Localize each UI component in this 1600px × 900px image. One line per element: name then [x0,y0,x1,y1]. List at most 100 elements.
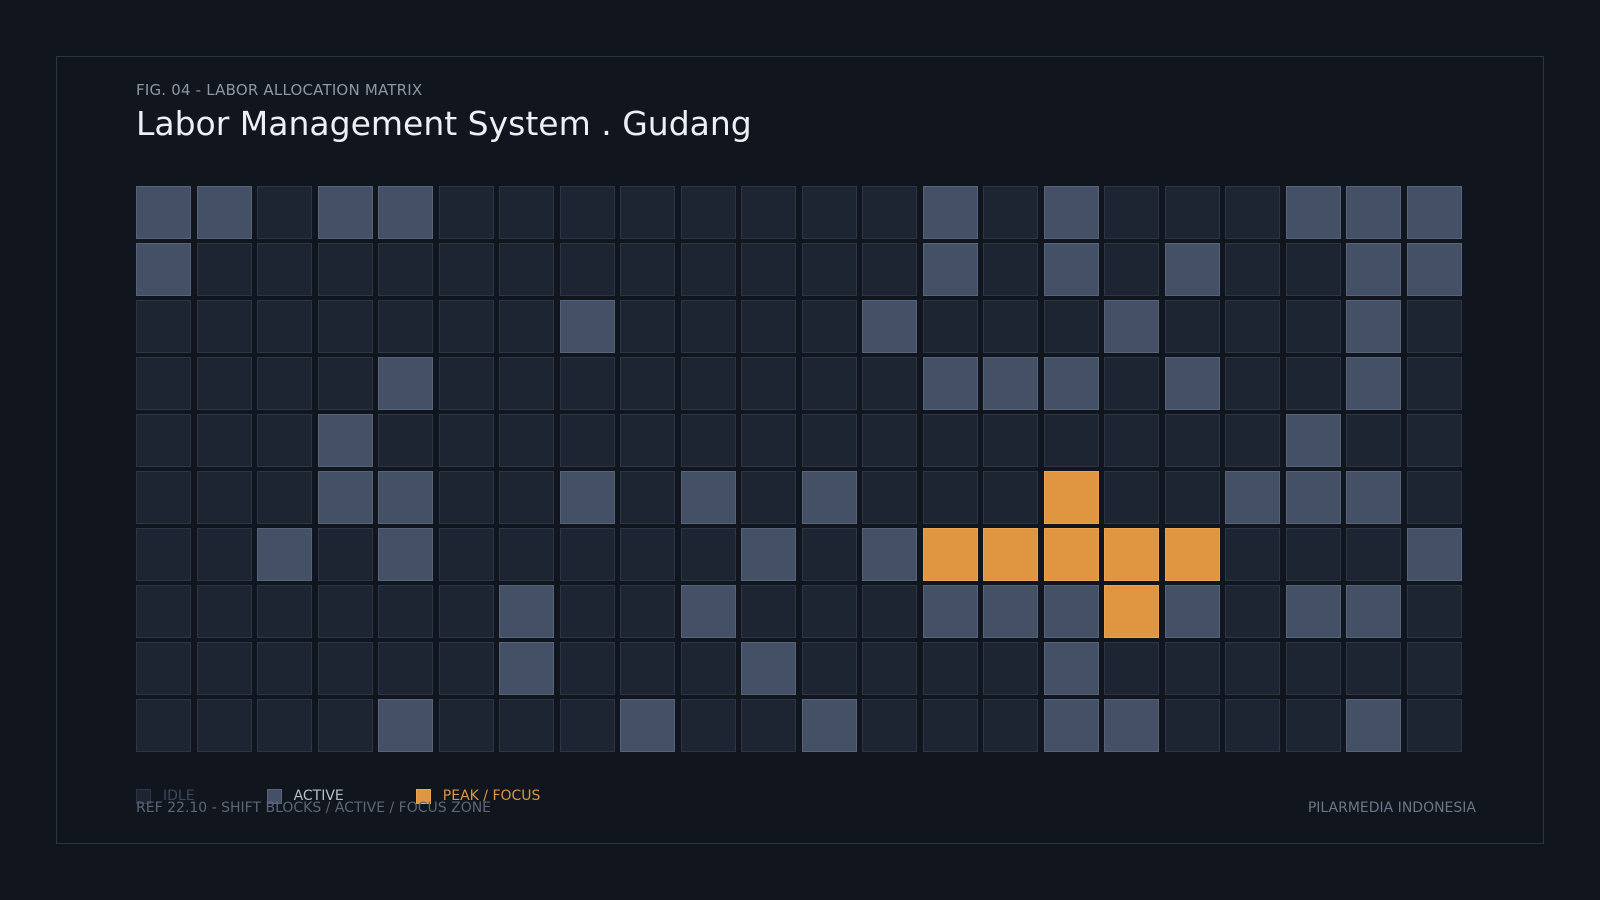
matrix-cell-idle [438,585,494,638]
matrix-cell-idle [499,699,554,752]
matrix-cell-idle [680,186,736,239]
matrix-cell-active [559,300,615,353]
matrix-cell-idle [983,300,1038,353]
matrix-cell-peak [922,528,978,581]
matrix-cell-active [1346,471,1401,524]
matrix-cell-idle [196,585,252,638]
matrix-cell-idle [620,414,675,467]
matrix-cell-active [1346,186,1401,239]
matrix-cell-idle [1104,186,1159,239]
matrix-cell-idle [196,300,252,353]
matrix-cell-idle [922,699,978,752]
matrix-cell-idle [1104,642,1159,695]
matrix-cell-idle [1406,357,1462,410]
footer-brand: PILARMEDIA INDONESIA [1307,800,1476,816]
matrix-cell-active [317,186,373,239]
matrix-cell-idle [680,699,736,752]
matrix-cell-active [1406,528,1462,581]
matrix-cell-idle [136,357,191,410]
matrix-cell-active [1043,186,1099,239]
matrix-cell-idle [801,300,857,353]
matrix-cell-idle [983,186,1038,239]
matrix-cell-idle [136,471,191,524]
matrix-cell-idle [1043,300,1099,353]
matrix-cell-idle [983,471,1038,524]
matrix-cell-idle [1406,471,1462,524]
matrix-cell-idle [196,414,252,467]
matrix-cell-idle [1346,414,1401,467]
matrix-cell-idle [499,243,554,296]
matrix-cell-idle [680,528,736,581]
matrix-cell-active [499,585,554,638]
matrix-cell-active [922,186,978,239]
matrix-cell-idle [257,414,312,467]
matrix-cell-idle [1225,585,1280,638]
matrix-cell-active [1164,585,1220,638]
matrix-cell-active [1285,471,1341,524]
matrix-cell-idle [378,414,433,467]
matrix-cell-idle [862,243,917,296]
matrix-cell-active [1346,699,1401,752]
matrix-cell-active [983,357,1038,410]
matrix-cell-idle [1104,414,1159,467]
matrix-cell-idle [136,414,191,467]
matrix-cell-idle [1164,471,1220,524]
matrix-cell-idle [378,243,433,296]
matrix-cell-idle [196,243,252,296]
matrix-cell-idle [922,414,978,467]
matrix-cell-active [378,357,433,410]
matrix-cell-active [1043,699,1099,752]
matrix-cell-idle [378,585,433,638]
matrix-cell-idle [1285,642,1341,695]
matrix-cell-active [1043,585,1099,638]
matrix-cell-idle [620,186,675,239]
footer-reference: REF 22.10 - SHIFT BLOCKS / ACTIVE / FOCU… [136,800,492,816]
matrix-cell-idle [801,528,857,581]
matrix-cell-idle [499,300,554,353]
figure-label: FIG. 04 - LABOR ALLOCATION MATRIX [136,81,423,99]
matrix-cell-idle [620,642,675,695]
matrix-cell-active [136,243,191,296]
matrix-cell-idle [559,243,615,296]
matrix-cell-active [1164,243,1220,296]
matrix-cell-idle [620,300,675,353]
matrix-cell-active [257,528,312,581]
matrix-cell-idle [499,528,554,581]
matrix-cell-idle [438,699,494,752]
matrix-cell-idle [196,357,252,410]
matrix-cell-idle [378,300,433,353]
matrix-cell-idle [136,699,191,752]
matrix-cell-idle [196,699,252,752]
matrix-cell-active [1104,300,1159,353]
matrix-cell-idle [1043,414,1099,467]
matrix-cell-idle [801,585,857,638]
matrix-cell-active [1285,414,1341,467]
matrix-cell-active [1104,699,1159,752]
page-title: Labor Management System . Gudang [136,104,752,143]
matrix-cell-idle [620,357,675,410]
matrix-cell-active [196,186,252,239]
matrix-cell-active [1346,357,1401,410]
matrix-cell-idle [1225,699,1280,752]
matrix-cell-active [317,414,373,467]
labor-allocation-matrix [136,186,1462,752]
matrix-cell-idle [1164,300,1220,353]
matrix-cell-idle [317,528,373,581]
matrix-cell-idle [1285,357,1341,410]
matrix-cell-idle [317,642,373,695]
matrix-cell-idle [801,186,857,239]
matrix-cell-idle [499,414,554,467]
matrix-cell-active [136,186,191,239]
matrix-cell-idle [741,186,796,239]
matrix-cell-active [983,585,1038,638]
matrix-cell-idle [801,414,857,467]
matrix-cell-idle [257,186,312,239]
matrix-cell-active [1346,243,1401,296]
matrix-cell-idle [620,243,675,296]
matrix-cell-peak [983,528,1038,581]
matrix-cell-idle [317,357,373,410]
header: FIG. 04 - LABOR ALLOCATION MATRIX Labor … [136,80,1476,144]
matrix-cell-idle [499,471,554,524]
matrix-cell-idle [680,243,736,296]
matrix-cell-idle [741,300,796,353]
